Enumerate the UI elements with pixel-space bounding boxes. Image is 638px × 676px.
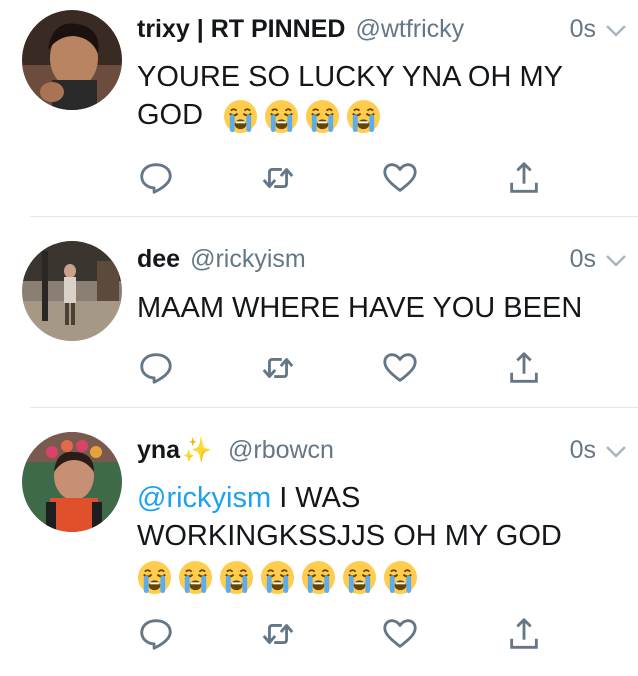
loudly-crying-face-icon	[301, 560, 336, 595]
timestamp: 0s	[569, 435, 596, 464]
tweet-actions	[130, 158, 550, 198]
tweet-actions	[130, 348, 550, 388]
user-handle[interactable]: @rickyism	[190, 245, 306, 274]
chevron-down-icon[interactable]	[604, 19, 628, 43]
tweet-1[interactable]: trixy | RT PINNED @wtfricky 0s YOURE SO …	[0, 0, 638, 216]
avatar-trixy[interactable]	[22, 10, 122, 110]
display-name[interactable]: dee	[137, 245, 180, 274]
share-icon[interactable]	[504, 614, 544, 654]
loudly-crying-face-icon	[383, 560, 418, 595]
reply-icon[interactable]	[136, 348, 176, 388]
sparkles-icon: ✨	[182, 436, 212, 464]
chevron-down-icon[interactable]	[604, 249, 628, 273]
reply-icon[interactable]	[136, 158, 176, 198]
loudly-crying-face-icon	[346, 99, 381, 134]
reply-icon[interactable]	[136, 614, 176, 654]
loudly-crying-face-icon	[178, 560, 213, 595]
tweet-actions	[130, 614, 550, 654]
avatar-yna[interactable]	[22, 432, 122, 532]
timestamp: 0s	[569, 14, 596, 43]
tweet-2[interactable]: dee @rickyism 0s MAAM WHERE HAVE YOU BEE…	[0, 217, 638, 407]
heart-icon[interactable]	[380, 158, 420, 198]
chevron-down-icon[interactable]	[604, 440, 628, 464]
heart-icon[interactable]	[380, 348, 420, 388]
display-name[interactable]: yna	[137, 436, 180, 465]
loudly-crying-face-icon	[305, 99, 340, 134]
retweet-icon[interactable]	[258, 158, 298, 198]
display-name[interactable]: trixy | RT PINNED	[137, 15, 345, 44]
heart-icon[interactable]	[380, 614, 420, 654]
loudly-crying-face-icon	[342, 560, 377, 595]
retweet-icon[interactable]	[258, 614, 298, 654]
loudly-crying-face-icon	[223, 99, 258, 134]
loudly-crying-face-icon	[219, 560, 254, 595]
user-handle[interactable]: @rbowcn	[228, 436, 334, 465]
retweet-icon[interactable]	[258, 348, 298, 388]
tweet-text: YOURE SO LUCKY YNA OH MY GOD	[137, 58, 618, 134]
timestamp: 0s	[569, 244, 596, 273]
user-handle[interactable]: @wtfricky	[355, 15, 464, 44]
avatar-dee[interactable]	[22, 241, 122, 341]
share-icon[interactable]	[504, 348, 544, 388]
tweet-text: MAAM WHERE HAVE YOU BEEN	[137, 292, 583, 324]
loudly-crying-face-icon	[137, 560, 172, 595]
loudly-crying-face-icon	[264, 99, 299, 134]
loudly-crying-face-icon	[260, 560, 295, 595]
share-icon[interactable]	[504, 158, 544, 198]
mention-link[interactable]: @rickyism	[137, 482, 271, 514]
tweet-3[interactable]: yna ✨ @rbowcn 0s @rickyism I WAS WORKING…	[0, 408, 638, 676]
tweet-text: @rickyism I WAS WORKINGKSSJJS OH MY GOD	[137, 479, 618, 595]
